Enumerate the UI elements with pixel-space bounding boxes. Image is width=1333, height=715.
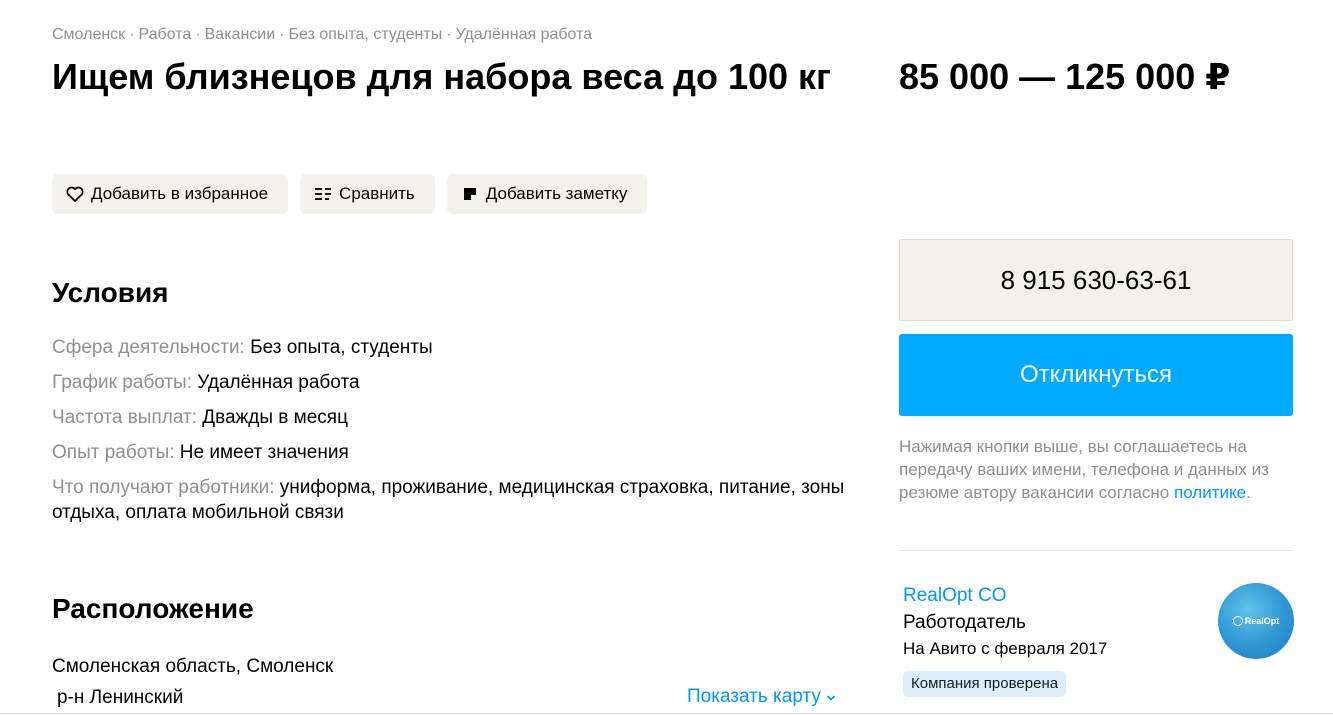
respond-label: Откликнуться	[1019, 361, 1173, 388]
respond-button[interactable]: Откликнуться	[899, 334, 1293, 416]
chevron-down-icon	[826, 686, 836, 707]
breadcrumb-item-work[interactable]: Работа	[139, 26, 192, 43]
location-district: р-н Ленинский	[57, 687, 184, 708]
policy-link[interactable]: политике	[1174, 483, 1246, 502]
condition-value: Дважды в месяц	[202, 407, 348, 428]
breadcrumb-separator: ·	[446, 26, 452, 43]
condition-row: Что получают работники: униформа, прожив…	[52, 470, 852, 525]
location-region: Смоленская область, Смоленск	[52, 656, 334, 677]
compare-button[interactable]: Сравнить	[300, 174, 435, 214]
condition-label: Опыт работы:	[52, 442, 175, 463]
company-logo: RealOpt	[1232, 616, 1280, 626]
compare-icon	[314, 185, 332, 203]
compare-label: Сравнить	[339, 184, 415, 203]
seller-avatar[interactable]: RealOpt	[1218, 583, 1294, 659]
condition-label: Сфера деятельности:	[52, 337, 245, 358]
condition-row: Сфера деятельности: Без опыта, студенты	[52, 330, 852, 365]
seller-name-link[interactable]: RealOpt CO	[903, 585, 1006, 607]
add-favorite-label: Добавить в избранное	[91, 184, 269, 203]
seller-role: Работодатель	[903, 612, 1026, 633]
add-favorite-button[interactable]: Добавить в избранное	[52, 174, 289, 214]
breadcrumb-separator: ·	[129, 26, 135, 43]
location-info: Смоленская область, Смоленск р-н Ленинск…	[52, 651, 333, 713]
heart-icon	[66, 185, 84, 203]
add-note-label: Добавить заметку	[485, 184, 628, 203]
logo-ring-icon	[1232, 616, 1243, 626]
conditions-heading: Условия	[52, 277, 169, 308]
condition-value: Не имеет значения	[179, 442, 349, 463]
divider	[899, 550, 1293, 551]
breadcrumb-item-category[interactable]: Без опыта, студенты	[288, 26, 442, 43]
consent-text: Нажимая кнопки выше, вы соглашаетесь на …	[899, 435, 1293, 504]
breadcrumb: Смоленск · Работа · Вакансии · Без опыта, студ…	[52, 26, 592, 44]
note-icon	[461, 185, 479, 203]
avatar-text: RealOpt	[1244, 616, 1280, 626]
breadcrumb-item-city[interactable]: Смоленск	[52, 26, 125, 43]
breadcrumb-separator: ·	[279, 26, 285, 43]
divider	[0, 713, 1333, 714]
breadcrumb-separator: ·	[195, 26, 201, 43]
condition-label: График работы:	[52, 372, 192, 393]
condition-row: График работы: Удалённая работа	[52, 365, 852, 400]
condition-label: Что получают работники:	[52, 477, 275, 498]
location-heading: Расположение	[52, 593, 254, 624]
breadcrumb-item-vacancies[interactable]: Вакансии	[205, 26, 276, 43]
condition-row: Частота выплат: Дважды в месяц	[52, 400, 852, 435]
page-title: Ищем близнецов для набора веса до 100 кг	[52, 56, 832, 97]
condition-value: Без опыта, студенты	[250, 337, 433, 358]
phone-number: 8 915 630-63-61	[1000, 264, 1192, 295]
action-bar: Добавить в избранное Сравнить Добавить з…	[52, 174, 648, 214]
condition-value: Удалённая работа	[197, 372, 360, 393]
salary-price: 85 000 — 125 000 ₽	[899, 56, 1231, 97]
seller-since: На Авито с февраля 2017	[903, 639, 1108, 658]
add-note-button[interactable]: Добавить заметку	[446, 174, 648, 214]
consent-end: .	[1246, 483, 1251, 502]
show-map-link[interactable]: Показать карту	[687, 686, 836, 708]
conditions-list: Сфера деятельности: Без опыта, студенты …	[52, 330, 852, 525]
show-map-label: Показать карту	[687, 686, 821, 707]
verified-badge: Компания проверена	[903, 671, 1067, 697]
condition-row: Опыт работы: Не имеет значения	[52, 435, 852, 470]
breadcrumb-item-remote[interactable]: Удалённая работа	[456, 26, 593, 43]
condition-label: Частота выплат:	[52, 407, 197, 428]
phone-button[interactable]: 8 915 630-63-61	[899, 239, 1293, 321]
